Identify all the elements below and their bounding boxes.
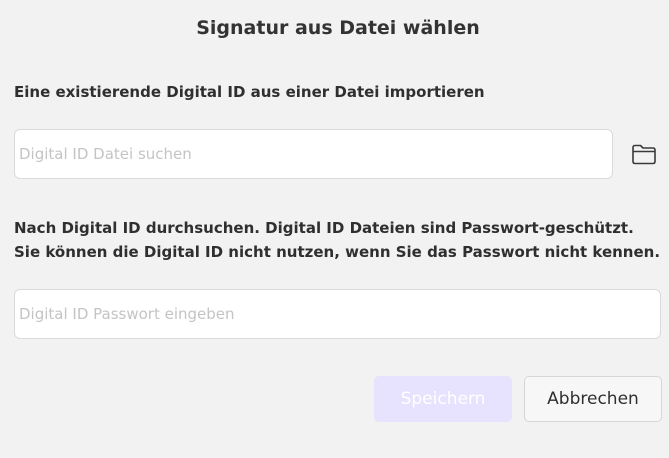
cancel-button[interactable]: Abbrechen <box>524 376 662 422</box>
digital-id-password-input[interactable] <box>14 289 661 339</box>
import-section-label: Eine existierende Digital ID aus einer D… <box>14 83 485 101</box>
save-button[interactable]: Speichern <box>374 376 512 422</box>
folder-icon <box>632 144 656 165</box>
browse-file-button[interactable] <box>628 139 660 169</box>
dialog-title: Signatur aus Datei wählen <box>196 17 480 39</box>
password-section-description: Nach Digital ID durchsuchen. Digital ID … <box>14 219 661 261</box>
digital-id-file-input[interactable] <box>14 129 613 179</box>
